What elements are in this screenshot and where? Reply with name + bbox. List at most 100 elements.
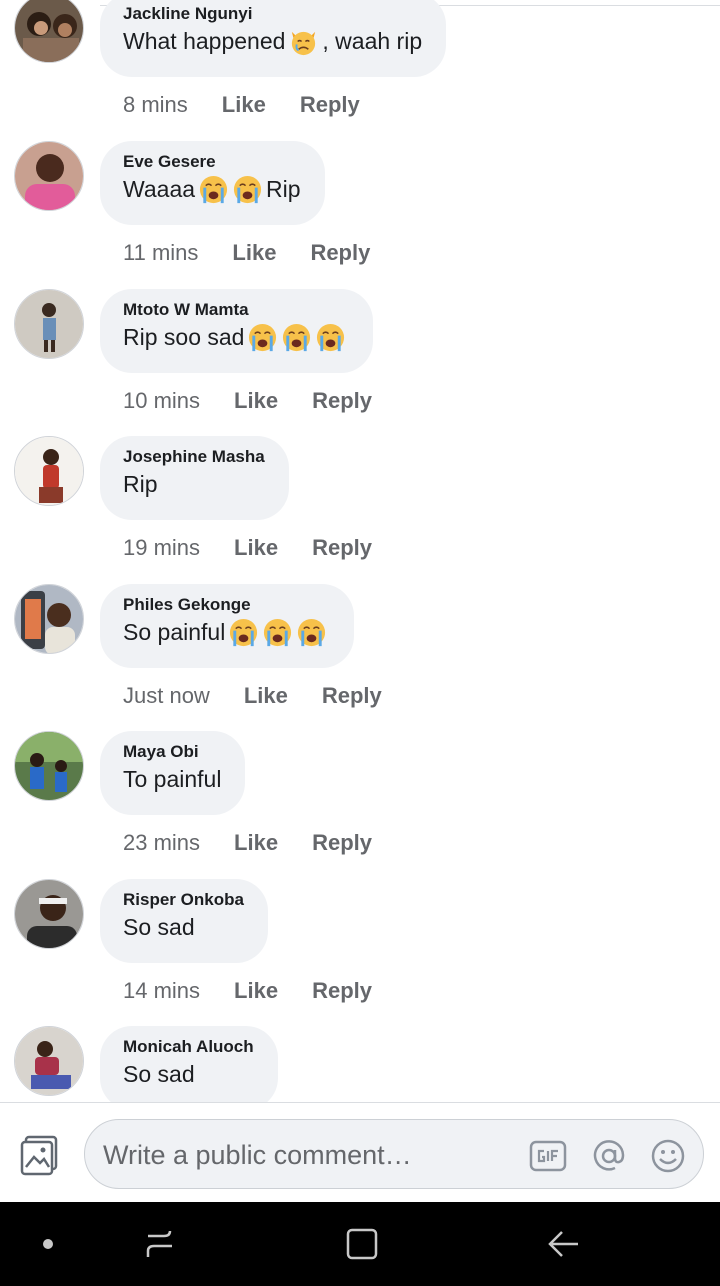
comment-text: Waaaa Rip [123,173,301,205]
comment-author[interactable]: Risper Onkoba [123,889,244,911]
comment-meta: 10 mins Like Reply [123,387,372,415]
comment-meta: 11 mins Like Reply [123,239,370,267]
reply-button[interactable]: Reply [312,387,372,415]
comment-time[interactable]: 11 mins [123,239,198,267]
comment-text-part: What happened [123,28,286,54]
comment-meta: 8 mins Like Reply [123,91,360,119]
comment-bubble[interactable]: Eve Gesere Waaaa Rip [100,141,325,225]
loudly-crying-emoji [298,618,326,646]
comment-text-part: So sad [123,1061,195,1087]
comment-author[interactable]: Maya Obi [123,741,221,763]
loudly-crying-emoji [264,618,292,646]
comment-list[interactable]: Jackline Ngunyi What happened , waah rip… [0,0,720,1102]
comment-text-part: Rip [123,471,158,497]
comment-bubble[interactable]: Maya Obi To painful [100,731,246,815]
comment-bubble[interactable]: Mtoto W Mamta Rip soo sad [100,289,374,373]
loudly-crying-emoji [317,323,345,351]
mention-icon[interactable] [590,1137,628,1175]
nav-dot-icon[interactable] [28,1224,68,1264]
comment: Josephine Masha Rip 19 mins Like Reply [0,436,720,576]
comment-bubble[interactable]: Risper Onkoba So sad [100,879,268,963]
avatar[interactable] [14,731,84,801]
comment: Mtoto W Mamta Rip soo sad 10 mins Like R… [0,289,720,429]
reply-button[interactable]: Reply [312,829,372,857]
comment-author[interactable]: Mtoto W Mamta [123,299,349,321]
like-button[interactable]: Like [222,91,266,119]
comment-meta: 23 mins Like Reply [123,829,372,857]
comment: Philes Gekonge So painful Just now Like … [0,584,720,724]
avatar[interactable] [14,436,84,506]
comment-text: Rip [123,468,265,500]
comment-text: Rip soo sad [123,321,349,353]
comment-time[interactable]: 23 mins [123,829,200,857]
like-button[interactable]: Like [234,387,278,415]
home-icon[interactable] [342,1224,382,1264]
comment-meta: Just now Like Reply [123,682,382,710]
comment-text: What happened , waah rip [123,25,422,57]
comment-text: To painful [123,763,221,795]
comment-bubble[interactable]: Josephine Masha Rip [100,436,289,520]
comment-time[interactable]: 14 mins [123,977,200,1005]
like-button[interactable]: Like [234,534,278,562]
loudly-crying-emoji [283,323,311,351]
comment-author[interactable]: Jackline Ngunyi [123,3,422,25]
avatar[interactable] [14,0,84,63]
back-icon[interactable] [544,1224,584,1264]
comment-text-part: To painful [123,766,222,792]
like-button[interactable]: Like [232,239,276,267]
crying-cat-emoji [292,31,316,55]
avatar[interactable] [14,879,84,949]
comment-text: So sad [123,911,244,943]
comment-time[interactable]: Just now [123,682,210,710]
loudly-crying-emoji [233,175,262,203]
comment-meta: 14 mins Like Reply [123,977,372,1005]
comment-text-part: Rip soo sad [123,324,245,350]
like-button[interactable]: Like [234,829,278,857]
comment: Maya Obi To painful 23 mins Like Reply [0,731,720,871]
comment-time[interactable]: 10 mins [123,387,200,415]
loudly-crying-emoji [199,175,228,203]
recents-icon[interactable] [140,1224,180,1264]
avatar[interactable] [14,141,84,211]
loudly-crying-emoji [249,323,277,351]
comment-input[interactable] [103,1133,513,1177]
comment-time[interactable]: 19 mins [123,534,200,562]
comment-meta: 19 mins Like Reply [123,534,372,562]
comment-text: So painful [123,616,330,648]
comment-author[interactable]: Monicah Aluoch [123,1036,254,1058]
comment-author[interactable]: Philes Gekonge [123,594,330,616]
comment-bubble[interactable]: Philes Gekonge So painful [100,584,355,668]
comment: Monicah Aluoch So sad [0,1026,720,1102]
reply-button[interactable]: Reply [312,534,372,562]
photo-icon[interactable] [18,1133,62,1177]
gif-icon[interactable] [529,1137,567,1175]
reply-button[interactable]: Reply [310,239,370,267]
comment-author[interactable]: Josephine Masha [123,446,265,468]
comment-text: So sad [123,1058,254,1090]
comment: Jackline Ngunyi What happened , waah rip… [0,0,720,133]
comment-composer [0,1102,720,1202]
comment-text-part: So painful [123,619,226,645]
reply-button[interactable]: Reply [300,91,360,119]
avatar[interactable] [14,289,84,359]
comment-bubble[interactable]: Jackline Ngunyi What happened , waah rip [100,0,447,77]
comment-input-pill [84,1119,704,1189]
comment-text-part: Waaaa [123,176,196,202]
comment-text-part: , waah rip [322,28,423,54]
avatar[interactable] [14,584,84,654]
comment-time[interactable]: 8 mins [123,91,188,119]
comment-bubble[interactable]: Monicah Aluoch So sad [100,1026,278,1102]
emoji-icon[interactable] [649,1137,687,1175]
reply-button[interactable]: Reply [312,977,372,1005]
like-button[interactable]: Like [244,682,288,710]
comment-author[interactable]: Eve Gesere [123,151,301,173]
avatar[interactable] [14,1026,84,1096]
like-button[interactable]: Like [234,977,278,1005]
loudly-crying-emoji [230,618,258,646]
comment-text-part: So sad [123,914,195,940]
reply-button[interactable]: Reply [322,682,382,710]
comment-text-part: Rip [266,176,301,202]
comment: Risper Onkoba So sad 14 mins Like Reply [0,879,720,1019]
android-navigation-bar [0,1202,720,1286]
comment: Eve Gesere Waaaa Rip 11 mins Like Reply [0,141,720,281]
